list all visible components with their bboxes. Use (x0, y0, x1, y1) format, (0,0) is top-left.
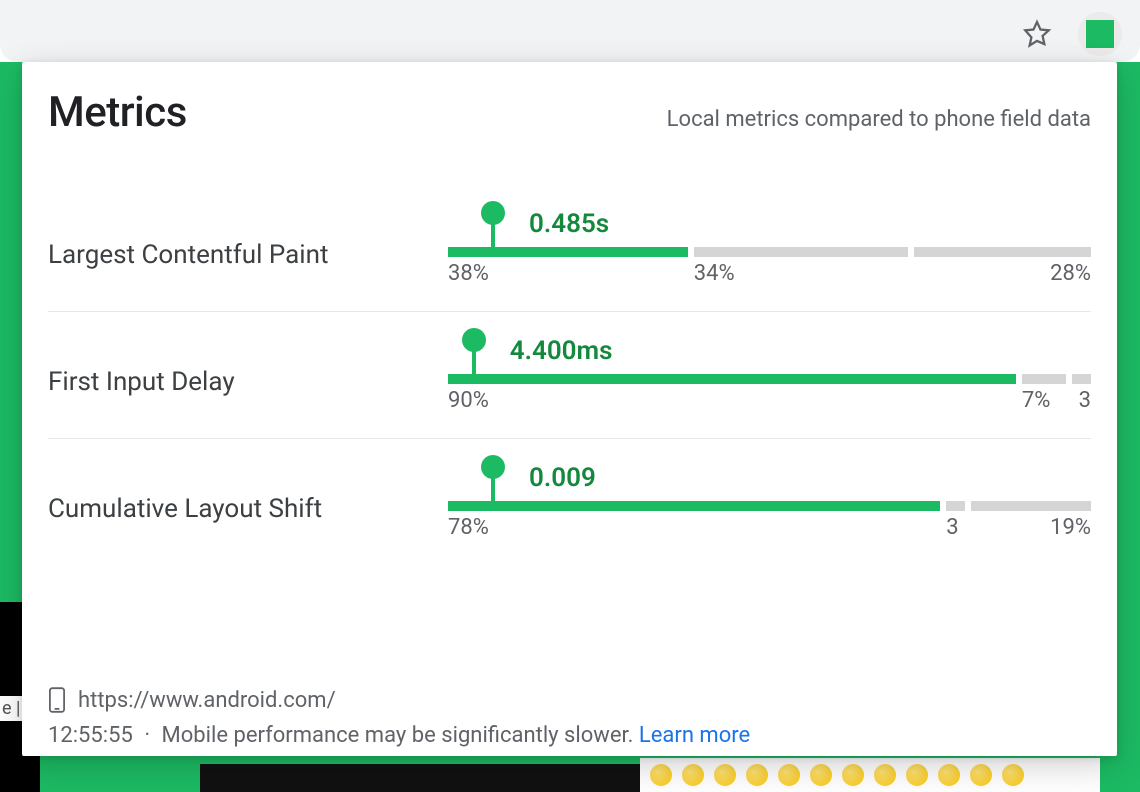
segment-label: 7% (1022, 388, 1050, 413)
segment-label: 28% (1050, 261, 1091, 286)
popup-subtitle: Local metrics compared to phone field da… (667, 107, 1091, 132)
status-square-icon (1086, 20, 1114, 48)
metric-row: First Input Delay90% 7% 3 4.400ms (48, 312, 1091, 439)
distribution-bar: 90% 7% 3 (448, 374, 1091, 384)
web-vitals-extension-icon[interactable] (1078, 12, 1122, 56)
segment-label: 78% (448, 515, 489, 540)
separator-dot: · (138, 723, 156, 748)
metric-distribution-chart: 78%319%0.009 (448, 473, 1091, 545)
page-background-emoji-row (640, 758, 1100, 792)
metric-distribution-chart: 38%34%28%0.485s (448, 219, 1091, 291)
segment-ni: 3 (946, 501, 965, 511)
footer-url: https://www.android.com/ (78, 688, 336, 713)
local-metric-value: 4.400ms (510, 336, 613, 366)
segment-label: 3 (1079, 388, 1091, 413)
popup-footer: https://www.android.com/ 12:55:55 · Mobi… (48, 687, 1091, 748)
segment-good: 38% (448, 247, 688, 257)
metric-name: Cumulative Layout Shift (48, 494, 448, 524)
segment-label: 34% (694, 261, 735, 286)
footer-url-row: https://www.android.com/ (48, 687, 1091, 713)
metric-distribution-chart: 90%7%34.400ms (448, 346, 1091, 418)
segment-label: 90% (448, 388, 489, 413)
local-value-marker-icon (491, 469, 495, 511)
footer-warning: Mobile performance may be significantly … (162, 723, 634, 748)
footer-message-row: 12:55:55 · Mobile performance may be sig… (48, 723, 1091, 748)
local-metric-value: 0.485s (529, 209, 609, 239)
footer-timestamp: 12:55:55 (48, 723, 133, 748)
segment-good: 78% (448, 501, 940, 511)
browser-toolbar (0, 0, 1140, 62)
local-value-marker-icon (472, 342, 476, 384)
metric-name: Largest Contentful Paint (48, 240, 448, 270)
popup-title: Metrics (48, 88, 187, 137)
metric-row: Largest Contentful Paint38% 34% 28% 0.485s (48, 185, 1091, 312)
distribution-bar: 78% 3 19% (448, 501, 1091, 511)
bookmark-star-icon[interactable] (1020, 17, 1054, 51)
popup-header: Metrics Local metrics compared to phone … (48, 88, 1091, 137)
segment-ni: 7% (1022, 374, 1066, 384)
segment-good: 90% (448, 374, 1016, 384)
metric-row: Cumulative Layout Shift78% 3 19% 0.009 (48, 439, 1091, 565)
background-fragment-text: e | (0, 696, 22, 721)
local-metric-value: 0.009 (529, 463, 596, 493)
segment-poor: 28% (914, 247, 1091, 257)
local-value-marker-icon (491, 215, 495, 257)
segment-label: 3 (946, 515, 958, 540)
segment-label: 38% (448, 261, 489, 286)
segment-ni: 34% (694, 247, 909, 257)
segment-poor: 19% (971, 501, 1091, 511)
metric-name: First Input Delay (48, 367, 448, 397)
segment-poor: 3 (1072, 374, 1091, 384)
distribution-bar: 38% 34% 28% (448, 247, 1091, 257)
web-vitals-popup: Metrics Local metrics compared to phone … (22, 62, 1117, 756)
segment-label: 19% (1050, 515, 1091, 540)
learn-more-link[interactable]: Learn more (639, 723, 750, 748)
phone-icon (48, 687, 66, 713)
